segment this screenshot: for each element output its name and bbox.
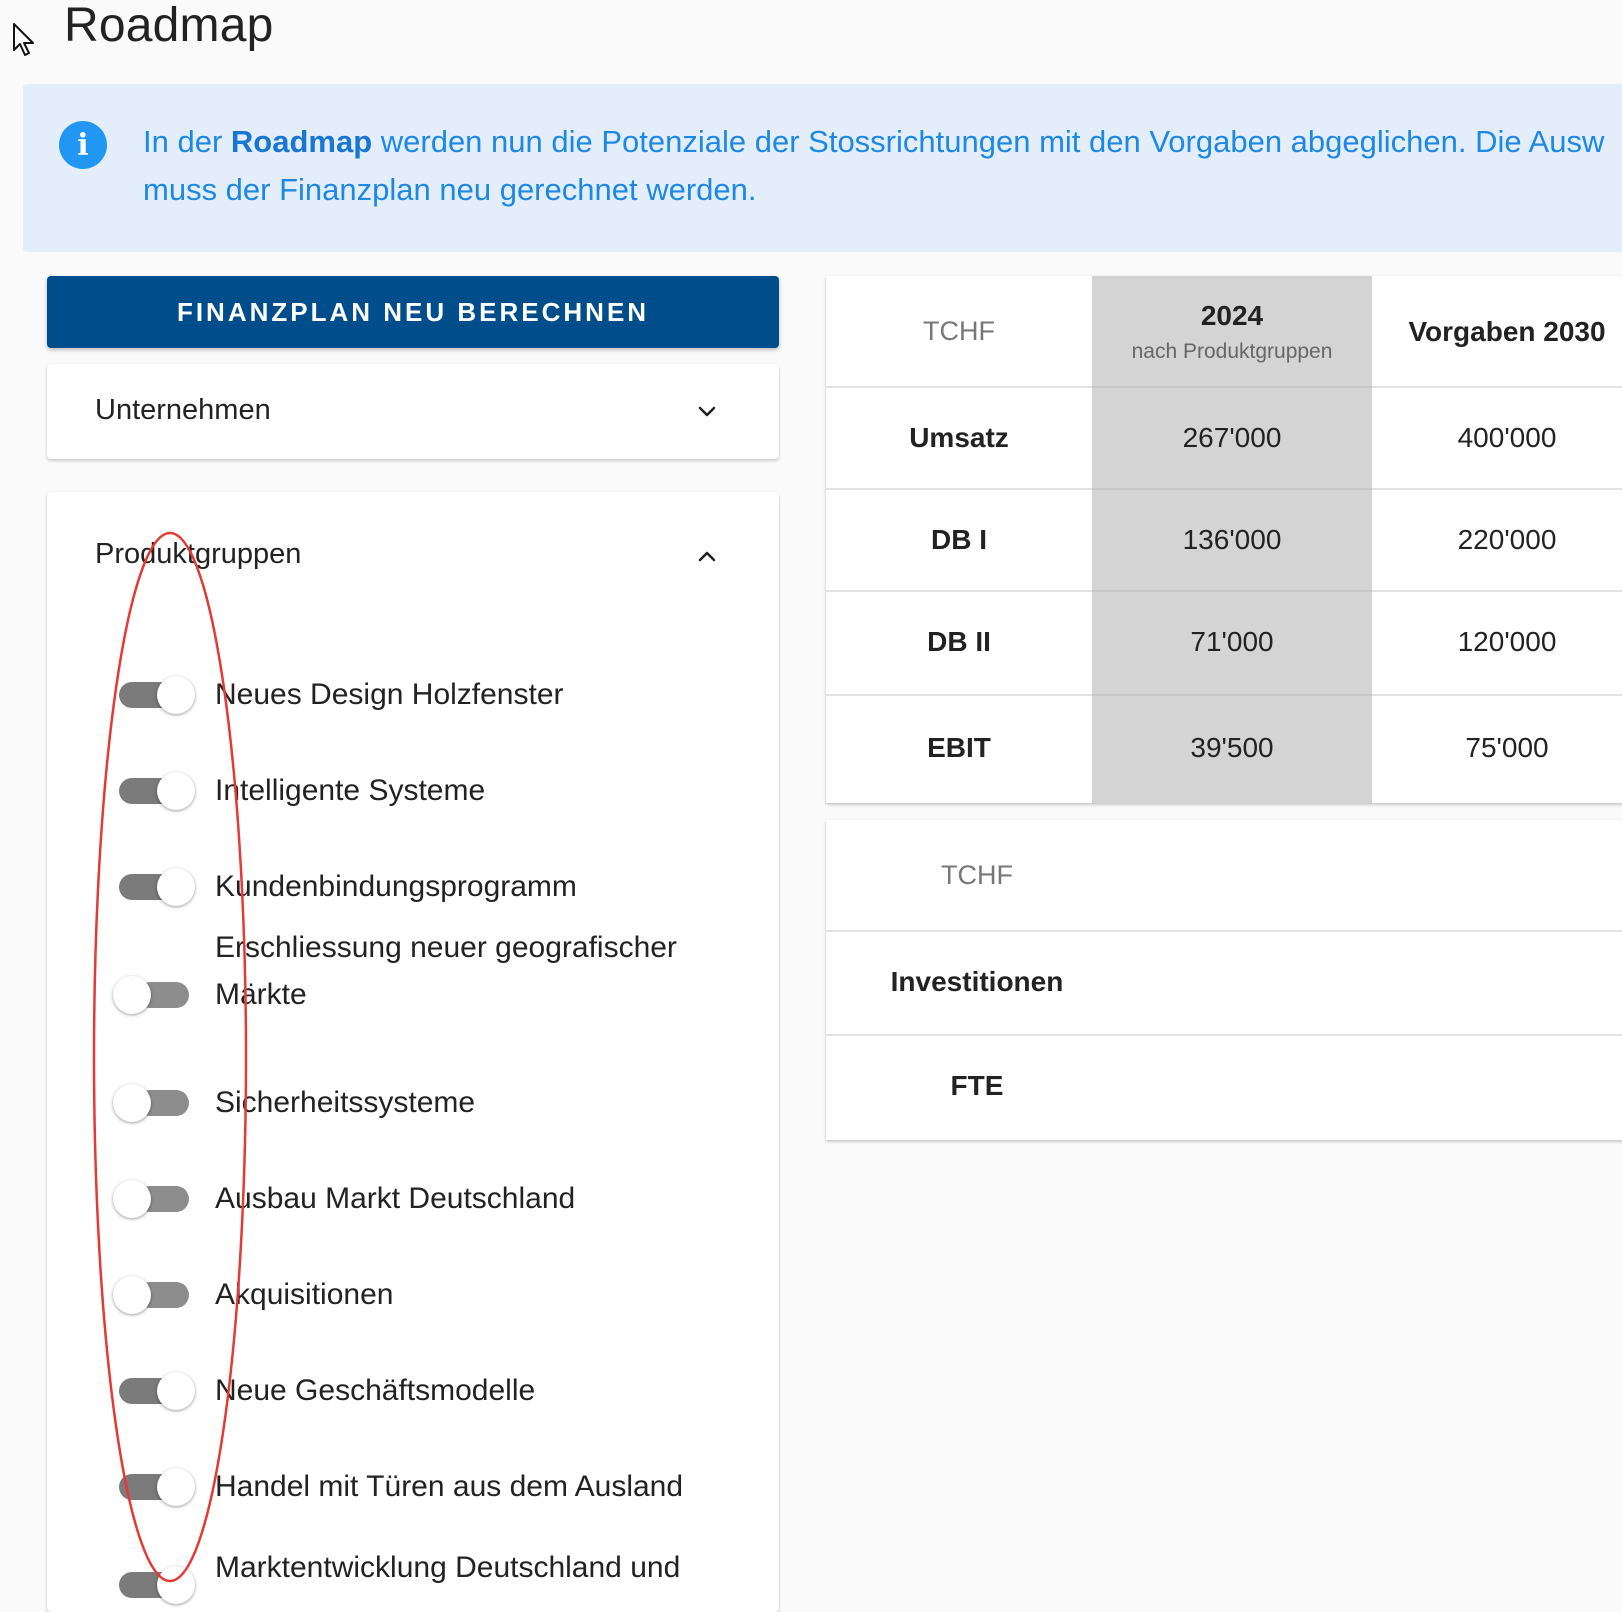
toggle-switch[interactable] — [119, 868, 199, 906]
toggle-switch[interactable] — [113, 1180, 193, 1218]
toggle-label: Erschliessung neuer geografischer Märkte — [215, 931, 677, 1011]
toggle-switch[interactable] — [113, 976, 193, 1014]
toggle-label: Akquisitionen — [215, 1278, 394, 1311]
row-label-investitionen: Investitionen — [890, 966, 1064, 997]
toggle-label: Marktentwicklung Deutschland und — [215, 1551, 681, 1584]
info-text-line2: muss der Finanzplan neu gerechnet werden… — [143, 172, 757, 207]
recalc-finanzplan-button[interactable]: FINANZPLAN NEU BERECHNEN — [47, 276, 779, 348]
header-2024: 2024 — [1200, 300, 1264, 331]
cell-ebit-2030: 75'000 — [1465, 732, 1549, 763]
cell-db2-2024: 71'000 — [1190, 626, 1274, 657]
resources-table: TCHF Investitionen FTE — [826, 820, 1622, 1140]
toggle-switch[interactable] — [119, 1566, 199, 1604]
toggle-switch[interactable] — [119, 1468, 199, 1506]
info-text-part2: werden nun die Potenziale der Stossricht… — [372, 124, 1605, 159]
row-label-db2: DB II — [927, 626, 991, 657]
page-title: Roadmap — [64, 0, 274, 52]
cell-db1-2030: 220'000 — [1457, 524, 1557, 555]
info-text-part1: In der — [143, 124, 231, 159]
toggle-switch[interactable] — [113, 1276, 193, 1314]
cell-umsatz-2024: 267'000 — [1182, 422, 1282, 453]
info-text: In der Roadmap werden nun die Potenziale… — [143, 118, 1622, 214]
accordion-produktgruppen-label[interactable]: Produktgruppen — [95, 538, 301, 571]
row-label-ebit: EBIT — [927, 732, 991, 763]
row-label-umsatz: Umsatz — [909, 422, 1009, 453]
row-divider-hl — [1092, 694, 1372, 696]
header-2024-sub: nach Produktgruppen — [1131, 340, 1333, 363]
accordion-unternehmen[interactable]: Unternehmen — [47, 364, 779, 459]
row-label-fte: FTE — [950, 1070, 1004, 1101]
toggle-label: Kundenbindungsprogramm — [215, 870, 577, 903]
chevron-up-icon[interactable] — [697, 546, 717, 566]
toggle-switch[interactable] — [119, 1372, 199, 1410]
accordion-produktgruppen: Produktgruppen Neues Design Holzfenster … — [47, 492, 779, 1612]
finance-table: TCHF 2024 nach Produktgruppen Vorgaben 2… — [826, 276, 1622, 803]
cell-db1-2024: 136'000 — [1182, 524, 1282, 555]
mouse-cursor-icon — [13, 23, 34, 56]
toggle-switch[interactable] — [119, 676, 199, 714]
header-unit: TCHF — [923, 316, 995, 346]
cell-db2-2030: 120'000 — [1457, 626, 1557, 657]
toggle-label: Handel mit Türen aus dem Ausland — [215, 1470, 684, 1503]
toggle-label: Neues Design Holzfenster — [215, 678, 564, 711]
row-divider-hl — [1092, 590, 1372, 592]
toggle-label: Ausbau Markt Deutschland — [215, 1182, 576, 1215]
header-unit: TCHF — [941, 860, 1013, 890]
row-divider — [826, 1034, 1622, 1036]
row-divider-hl — [1092, 386, 1372, 388]
accordion-unternehmen-label: Unternehmen — [95, 394, 271, 426]
toggle-label: Neue Geschäftsmodelle — [215, 1374, 536, 1407]
toggle-label: Sicherheitssysteme — [215, 1086, 476, 1119]
info-text-bold: Roadmap — [230, 124, 373, 159]
row-divider — [826, 930, 1622, 932]
cell-ebit-2024: 39'500 — [1190, 732, 1274, 763]
chevron-down-icon[interactable] — [697, 402, 717, 422]
info-icon: i — [59, 121, 107, 169]
row-label-db1: DB I — [931, 524, 987, 555]
row-divider-hl — [1092, 488, 1372, 490]
header-2030: Vorgaben 2030 — [1408, 316, 1606, 347]
cell-umsatz-2030: 400'000 — [1457, 422, 1557, 453]
toggle-label: Intelligente Systeme — [215, 774, 486, 807]
toggle-switch[interactable] — [119, 772, 199, 810]
info-banner: i In der Roadmap werden nun die Potenzia… — [23, 84, 1622, 252]
toggle-switch[interactable] — [113, 1084, 193, 1122]
